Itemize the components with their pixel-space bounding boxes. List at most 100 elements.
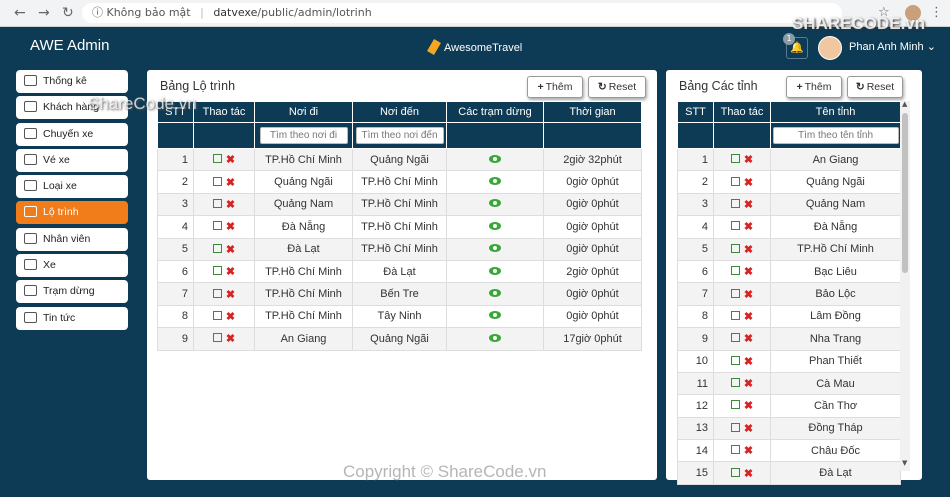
scroll-thumb[interactable] <box>902 113 908 273</box>
view-stops-icon[interactable] <box>489 244 501 253</box>
edit-icon[interactable] <box>730 467 740 477</box>
edit-icon[interactable] <box>730 422 740 432</box>
edit-icon[interactable] <box>730 378 740 388</box>
view-stops-icon[interactable] <box>489 311 501 320</box>
row-stt: 2 <box>677 170 714 194</box>
delete-icon[interactable]: ✖ <box>744 176 753 189</box>
delete-icon[interactable]: ✖ <box>744 265 753 278</box>
view-stops-icon[interactable] <box>489 333 501 342</box>
edit-icon[interactable] <box>212 198 222 208</box>
sidebar-item[interactable]: Xe <box>16 254 128 278</box>
table-row: 8 ✖ TP.Hồ Chí Minh Tây Ninh 0giờ 0phút <box>157 304 642 329</box>
delete-icon[interactable]: ✖ <box>744 288 753 301</box>
delete-icon[interactable]: ✖ <box>226 176 235 189</box>
delete-icon[interactable]: ✖ <box>744 220 753 233</box>
provinces-scrollbar[interactable]: ▲ ▼ <box>900 100 910 471</box>
row-stt: 15 <box>677 461 714 485</box>
sidebar-item[interactable]: Vé xe <box>16 148 128 172</box>
edit-icon[interactable] <box>730 198 740 208</box>
edit-icon[interactable] <box>212 154 222 164</box>
row-time: 0giờ 0phút <box>543 170 642 194</box>
edit-icon[interactable] <box>212 310 222 320</box>
sidebar-item[interactable]: Chuyến xe <box>16 122 128 146</box>
sidebar-item[interactable]: Lộ trình <box>16 201 128 225</box>
edit-icon[interactable] <box>730 355 740 365</box>
info-icon[interactable]: ⓘ <box>92 6 103 19</box>
edit-icon[interactable] <box>730 333 740 343</box>
sidebar-item[interactable]: Tin tức <box>16 306 128 330</box>
view-stops-icon[interactable] <box>489 266 501 275</box>
delete-icon[interactable]: ✖ <box>226 288 235 301</box>
delete-icon[interactable]: ✖ <box>744 332 753 345</box>
address-bar[interactable]: ⓘ Không bảo mật | datvexe/public/admin/l… <box>82 3 842 23</box>
delete-icon[interactable]: ✖ <box>744 377 753 390</box>
add-route-button[interactable]: + Thêm <box>527 76 583 98</box>
sidebar-item[interactable]: Thống kê <box>16 70 128 93</box>
sidebar-item[interactable]: Trạm dừng <box>16 280 128 304</box>
table-row: 10 ✖ Phan Thiết <box>677 349 901 373</box>
row-province-name: Đà Lạt <box>770 461 901 485</box>
row-actions: ✖ <box>193 192 255 217</box>
edit-icon[interactable] <box>730 445 740 455</box>
scroll-down-icon[interactable]: ▼ <box>902 459 907 467</box>
edit-icon[interactable] <box>212 221 222 231</box>
view-stops-icon[interactable] <box>489 177 501 186</box>
edit-icon[interactable] <box>730 310 740 320</box>
row-actions: ✖ <box>193 304 255 329</box>
back-icon[interactable]: ← <box>14 5 26 21</box>
reset-provinces-button[interactable]: ↻ Reset <box>847 76 903 98</box>
edit-icon[interactable] <box>212 176 222 186</box>
edit-icon[interactable] <box>212 288 222 298</box>
reload-icon[interactable]: ↻ <box>62 5 74 21</box>
edit-icon[interactable] <box>212 333 222 343</box>
sidebar-item-label: Xe <box>43 259 56 272</box>
user-menu[interactable]: Phan Anh Minh ⌄ <box>849 40 936 53</box>
edit-icon[interactable] <box>212 243 222 253</box>
row-from: TP.Hồ Chí Minh <box>254 304 353 329</box>
reset-routes-button[interactable]: ↻ Reset <box>588 76 646 98</box>
search-from-input[interactable]: Tìm theo nơi đi <box>259 127 348 144</box>
delete-icon[interactable]: ✖ <box>744 399 753 412</box>
edit-icon[interactable] <box>730 266 740 276</box>
delete-icon[interactable]: ✖ <box>744 467 753 480</box>
view-stops-icon[interactable] <box>489 199 501 208</box>
edit-icon[interactable] <box>730 154 740 164</box>
table-row: 4 ✖ Đà Nẵng <box>677 215 901 239</box>
delete-icon[interactable]: ✖ <box>226 310 235 323</box>
view-stops-icon[interactable] <box>489 289 501 298</box>
view-stops-icon[interactable] <box>489 221 501 230</box>
edit-icon[interactable] <box>730 221 740 231</box>
edit-icon[interactable] <box>212 266 222 276</box>
forward-icon[interactable]: → <box>38 5 50 21</box>
delete-icon[interactable]: ✖ <box>226 220 235 233</box>
edit-icon[interactable] <box>730 243 740 253</box>
delete-icon[interactable]: ✖ <box>744 310 753 323</box>
menu-icon[interactable]: ⋮ <box>930 5 943 20</box>
sidebar-item[interactable]: Nhân viên <box>16 227 128 251</box>
delete-icon[interactable]: ✖ <box>744 355 753 368</box>
delete-icon[interactable]: ✖ <box>744 198 753 211</box>
delete-icon[interactable]: ✖ <box>744 422 753 435</box>
table-row: 14 ✖ Châu Đốc <box>677 439 901 463</box>
sidebar-item[interactable]: Loại xe <box>16 175 128 199</box>
delete-icon[interactable]: ✖ <box>744 153 753 166</box>
search-province-input[interactable]: Tìm theo tên tỉnh <box>772 127 899 144</box>
delete-icon[interactable]: ✖ <box>226 265 235 278</box>
site-logo[interactable]: AwesomeTravel <box>427 38 522 56</box>
brand-title[interactable]: AWE Admin <box>30 37 109 54</box>
scroll-up-icon[interactable]: ▲ <box>902 100 907 108</box>
delete-icon[interactable]: ✖ <box>226 243 235 256</box>
row-to: TP.Hồ Chí Minh <box>352 170 447 194</box>
user-avatar[interactable] <box>818 36 842 60</box>
delete-icon[interactable]: ✖ <box>226 198 235 211</box>
view-stops-icon[interactable] <box>489 154 501 163</box>
add-province-button[interactable]: + Thêm <box>786 76 842 98</box>
search-to-input[interactable]: Tìm theo nơi đến <box>355 127 444 144</box>
edit-icon[interactable] <box>730 176 740 186</box>
edit-icon[interactable] <box>730 400 740 410</box>
delete-icon[interactable]: ✖ <box>226 153 235 166</box>
edit-icon[interactable] <box>730 288 740 298</box>
delete-icon[interactable]: ✖ <box>226 332 235 345</box>
delete-icon[interactable]: ✖ <box>744 243 753 256</box>
delete-icon[interactable]: ✖ <box>744 444 753 457</box>
